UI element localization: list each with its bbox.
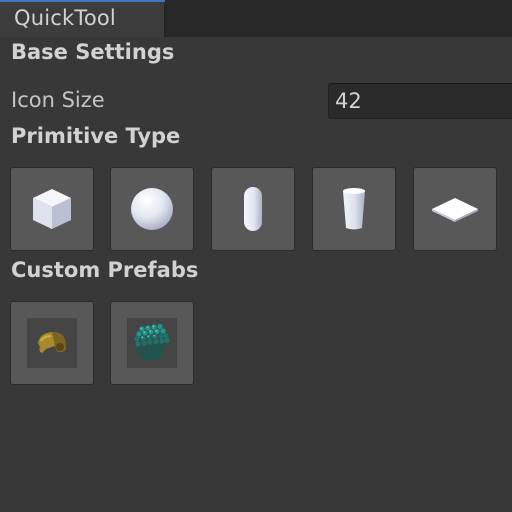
prefab-helmet-button[interactable]	[10, 301, 94, 385]
primitive-cube-button[interactable]	[10, 167, 94, 251]
quicktool-window: QuickTool Base Settings Icon Size Primit…	[0, 0, 512, 512]
primitive-sphere-button[interactable]	[110, 167, 194, 251]
icon-size-input[interactable]	[328, 83, 512, 119]
primitive-cylinder-button[interactable]	[312, 167, 396, 251]
cube-icon	[33, 189, 71, 229]
primitive-plane-button[interactable]	[413, 167, 497, 251]
prefab-sphere-grid-button[interactable]	[110, 301, 194, 385]
primitive-type-heading: Primitive Type	[11, 124, 181, 148]
tab-quicktool[interactable]: QuickTool	[0, 0, 165, 37]
sphere-grid-prefab-icon	[134, 323, 170, 361]
helmet-prefab-icon	[38, 332, 66, 353]
cylinder-icon	[343, 188, 365, 230]
icon-size-label: Icon Size	[11, 88, 105, 112]
capsule-icon	[244, 187, 262, 231]
custom-prefabs-heading: Custom Prefabs	[11, 258, 199, 282]
base-settings-heading: Base Settings	[11, 40, 175, 64]
tab-bar: QuickTool	[0, 0, 512, 37]
tab-active-indicator	[0, 0, 165, 2]
primitive-capsule-button[interactable]	[211, 167, 295, 251]
plane-icon	[432, 198, 478, 222]
prefab-thumbnail	[127, 318, 177, 368]
prefab-thumbnail	[27, 318, 77, 368]
sphere-icon	[131, 188, 173, 230]
tab-label: QuickTool	[14, 6, 116, 30]
